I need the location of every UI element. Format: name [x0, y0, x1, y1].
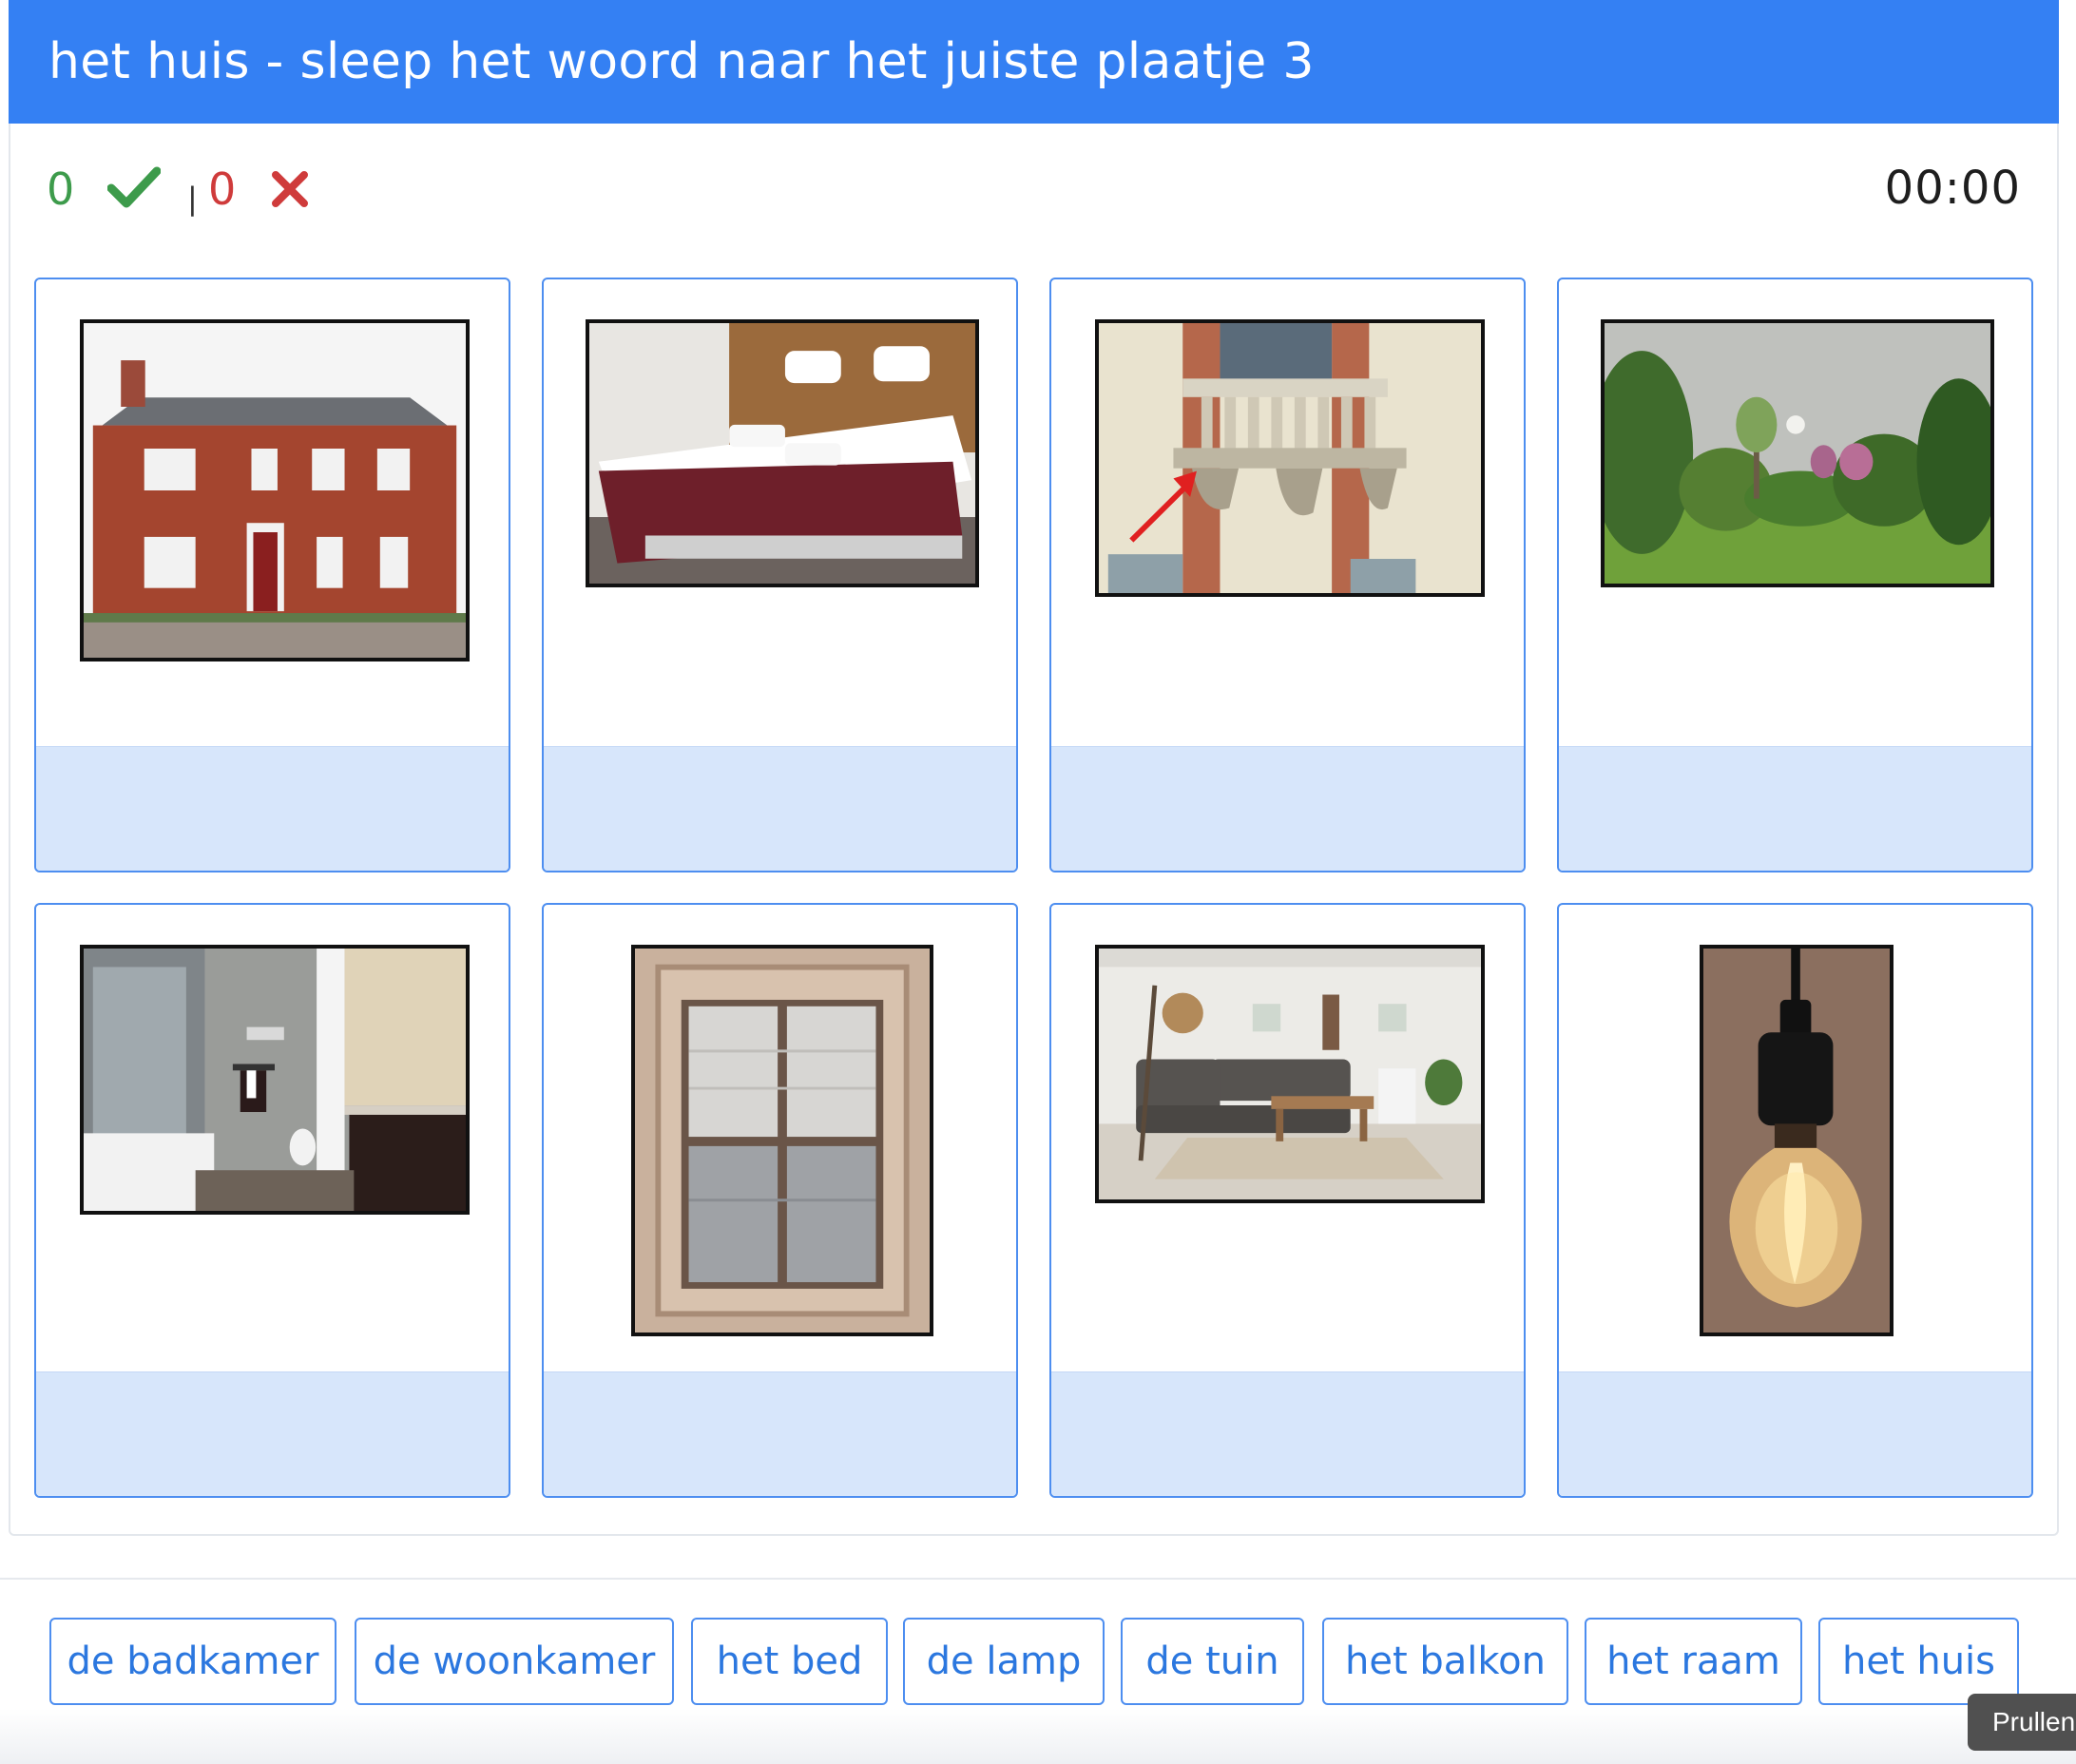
drop-zone[interactable]	[1559, 746, 2031, 871]
check-icon	[106, 165, 162, 220]
word-het-bed[interactable]: het bed	[691, 1618, 888, 1705]
word-de-tuin[interactable]: de tuin	[1121, 1618, 1304, 1705]
word-de-lamp[interactable]: de lamp	[903, 1618, 1105, 1705]
balcony-photo	[1095, 319, 1485, 597]
picture-card-7	[1049, 903, 1526, 1498]
drop-zone[interactable]	[1051, 1371, 1524, 1496]
drop-zone[interactable]	[36, 746, 509, 871]
word-het-balkon[interactable]: het balkon	[1322, 1618, 1568, 1705]
lamp-photo	[1700, 945, 1893, 1336]
drop-zone[interactable]	[36, 1371, 509, 1496]
picture-card-4	[1557, 278, 2033, 872]
correct-count: 0	[47, 163, 75, 215]
timer: 00:00	[1884, 162, 2021, 215]
word-de-woonkamer[interactable]: de woonkamer	[355, 1618, 674, 1705]
window-photo	[631, 945, 933, 1336]
house-photo	[80, 319, 470, 662]
picture-card-1	[34, 278, 510, 872]
picture-card-3	[1049, 278, 1526, 872]
picture-card-8	[1557, 903, 2033, 1498]
drop-zone[interactable]	[1051, 746, 1524, 871]
bed-photo	[586, 319, 979, 587]
living-room-photo	[1095, 945, 1485, 1203]
picture-card-5	[34, 903, 510, 1498]
word-het-raam[interactable]: het raam	[1585, 1618, 1802, 1705]
wrong-count: 0	[208, 163, 237, 215]
picture-card-6	[542, 903, 1018, 1498]
word-het-huis[interactable]: het huis	[1818, 1618, 2019, 1705]
drop-zone[interactable]	[544, 746, 1016, 871]
score-separator: |	[187, 181, 198, 217]
drop-zone[interactable]	[544, 1371, 1016, 1496]
drop-zone[interactable]	[1559, 1371, 2031, 1496]
cross-icon	[271, 167, 309, 219]
garden-photo	[1601, 319, 1994, 587]
word-de-badkamer[interactable]: de badkamer	[49, 1618, 336, 1705]
picture-card-2	[542, 278, 1018, 872]
page-title: het huis - sleep het woord naar het juis…	[9, 0, 2059, 124]
bathroom-photo	[80, 945, 470, 1215]
trash-tooltip: Prullenbak	[1968, 1694, 2076, 1751]
score-bar: 0 | 0 00:00	[9, 152, 2059, 228]
